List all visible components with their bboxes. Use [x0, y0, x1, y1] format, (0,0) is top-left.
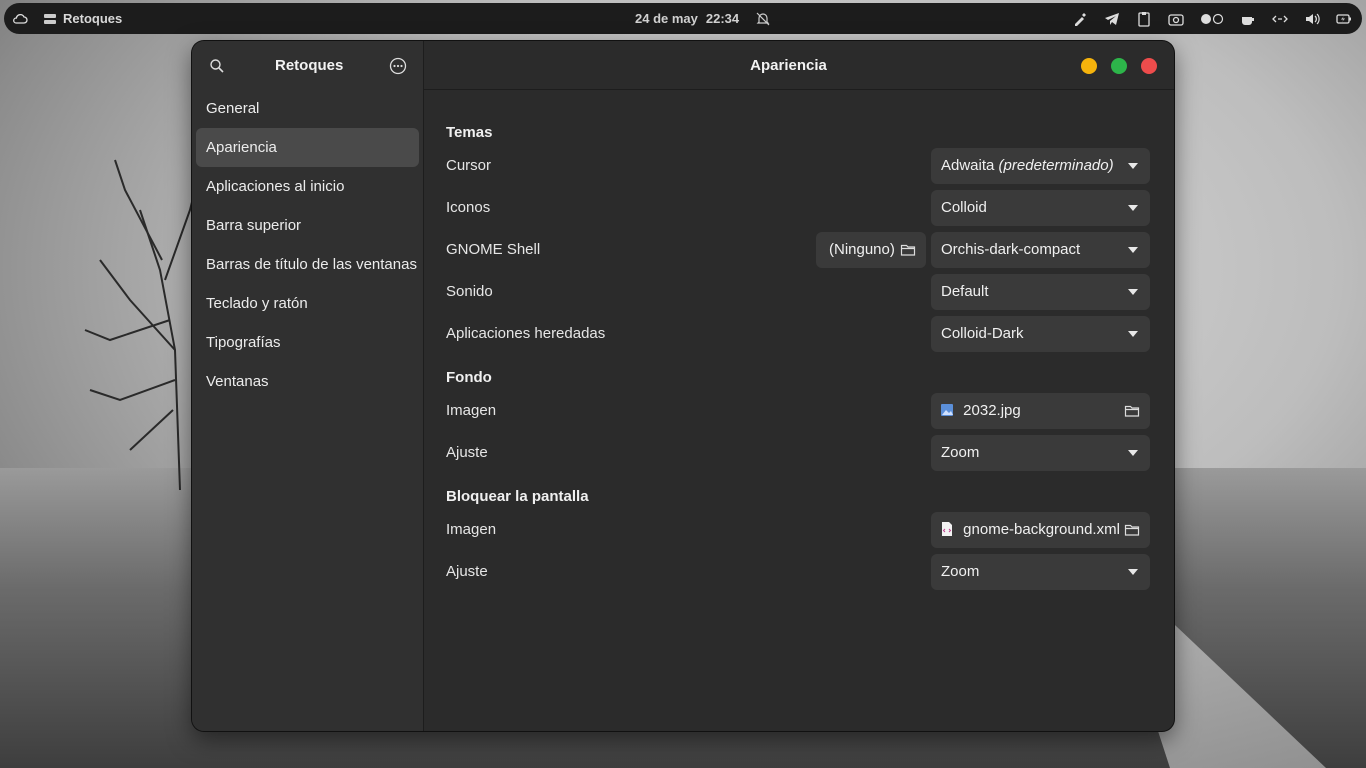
main-header: Apariencia — [423, 41, 1174, 90]
main-content: Apariencia Temas Cursor Adwaita (predete… — [423, 41, 1174, 731]
gnome-shell-dropdown[interactable]: Orchis-dark-compact — [931, 232, 1150, 268]
volume-icon[interactable] — [1304, 11, 1320, 27]
cloud-icon[interactable] — [12, 11, 28, 27]
cursor-dropdown[interactable]: Adwaita (predeterminado) — [931, 148, 1150, 184]
sidebar-item-tipografias[interactable]: Tipografías — [196, 323, 419, 362]
chevron-down-icon — [1128, 247, 1138, 253]
chevron-down-icon — [1128, 205, 1138, 211]
sidebar-nav: General Apariencia Aplicaciones al inici… — [192, 89, 423, 401]
color-picker-icon[interactable] — [1072, 11, 1088, 27]
screenshot-icon[interactable] — [1168, 11, 1184, 27]
telegram-icon[interactable] — [1104, 11, 1120, 27]
cursor-label: Cursor — [446, 157, 492, 174]
background-adjust-label: Ajuste — [446, 444, 488, 461]
sound-label: Sonido — [446, 283, 493, 300]
background-image-label: Imagen — [446, 402, 497, 419]
sound-value: Default — [941, 283, 989, 300]
tweaks-window: Retoques General Apariencia Aplicaciones… — [192, 41, 1174, 731]
clipboard-icon[interactable] — [1136, 11, 1152, 27]
workspaces-indicator-icon[interactable] — [1200, 11, 1224, 27]
cursor-value-suffix: (predeterminado) — [998, 157, 1114, 174]
tweaks-icon — [44, 13, 56, 24]
app-name: Retoques — [63, 11, 123, 26]
image-file-icon — [941, 404, 953, 416]
search-icon[interactable] — [208, 57, 226, 75]
page-title: Apariencia — [750, 57, 827, 74]
gnome-shell-value: Orchis-dark-compact — [941, 241, 1081, 258]
clock-date: 24 de may — [635, 11, 698, 26]
lockscreen-image-label: Imagen — [446, 521, 497, 538]
maximize-button[interactable] — [1111, 58, 1127, 74]
lockscreen-image-value: gnome-background.xml — [963, 521, 1120, 538]
battery-charging-icon[interactable] — [1336, 11, 1352, 27]
background-adjust-value: Zoom — [941, 444, 980, 461]
network-icon[interactable] — [1272, 11, 1288, 27]
legacy-apps-dropdown[interactable]: Colloid-Dark — [931, 316, 1150, 352]
coffee-icon[interactable] — [1240, 11, 1256, 27]
section-title-bloquear-pantalla: Bloquear la pantalla — [446, 488, 589, 505]
icons-label: Iconos — [446, 199, 491, 216]
chevron-down-icon — [1128, 569, 1138, 575]
section-title-temas: Temas — [446, 124, 493, 141]
chevron-down-icon — [1128, 289, 1138, 295]
more-options-icon[interactable] — [389, 57, 407, 75]
chevron-down-icon — [1128, 450, 1138, 456]
folder-icon — [900, 244, 916, 256]
notifications-off-icon — [756, 12, 770, 25]
sidebar-item-ventanas[interactable]: Ventanas — [196, 362, 419, 401]
folder-icon — [1124, 405, 1140, 417]
lockscreen-adjust-label: Ajuste — [446, 563, 488, 580]
close-button[interactable] — [1141, 58, 1157, 74]
shell-none-label: (Ninguno) — [829, 241, 895, 258]
xml-file-icon — [942, 522, 952, 536]
sidebar-header: Retoques — [192, 41, 423, 89]
clock[interactable]: 24 de may 22:34 — [635, 3, 771, 34]
folder-icon — [1124, 524, 1140, 536]
section-title-fondo: Fondo — [446, 369, 492, 386]
lockscreen-adjust-dropdown[interactable]: Zoom — [931, 554, 1150, 590]
chevron-down-icon — [1128, 331, 1138, 337]
background-adjust-dropdown[interactable]: Zoom — [931, 435, 1150, 471]
legacy-apps-value: Colloid-Dark — [941, 325, 1024, 342]
sidebar-item-barra-superior[interactable]: Barra superior — [196, 206, 419, 245]
chevron-down-icon — [1128, 163, 1138, 169]
minimize-button[interactable] — [1081, 58, 1097, 74]
lockscreen-adjust-value: Zoom — [941, 563, 980, 580]
clock-time: 22:34 — [705, 11, 740, 26]
sidebar-item-general[interactable]: General — [196, 89, 419, 128]
gnome-shell-label: GNOME Shell — [446, 241, 541, 258]
sidebar-item-teclado-y-raton[interactable]: Teclado y ratón — [196, 284, 419, 323]
sidebar-item-aplicaciones-al-inicio[interactable]: Aplicaciones al inicio — [196, 167, 419, 206]
sidebar: Retoques General Apariencia Aplicaciones… — [192, 41, 424, 731]
background-image-chooser[interactable]: 2032.jpg — [931, 393, 1150, 429]
lockscreen-image-chooser[interactable]: gnome-background.xml — [931, 512, 1150, 548]
cursor-value: Adwaita — [941, 157, 995, 174]
sidebar-item-barras-de-titulo[interactable]: Barras de título de las ventanas — [196, 245, 419, 284]
shell-file-chooser-button[interactable]: (Ninguno) — [816, 232, 926, 268]
top-bar: Retoques 24 de may 22:34 — [4, 3, 1362, 34]
sidebar-item-apariencia[interactable]: Apariencia — [196, 128, 419, 167]
icons-dropdown[interactable]: Colloid — [931, 190, 1150, 226]
sound-dropdown[interactable]: Default — [931, 274, 1150, 310]
icons-value: Colloid — [941, 199, 987, 216]
sidebar-title: Retoques — [275, 57, 344, 74]
background-image-value: 2032.jpg — [963, 402, 1021, 419]
app-menu[interactable]: Retoques — [42, 11, 122, 27]
legacy-apps-label: Aplicaciones heredadas — [446, 325, 606, 342]
